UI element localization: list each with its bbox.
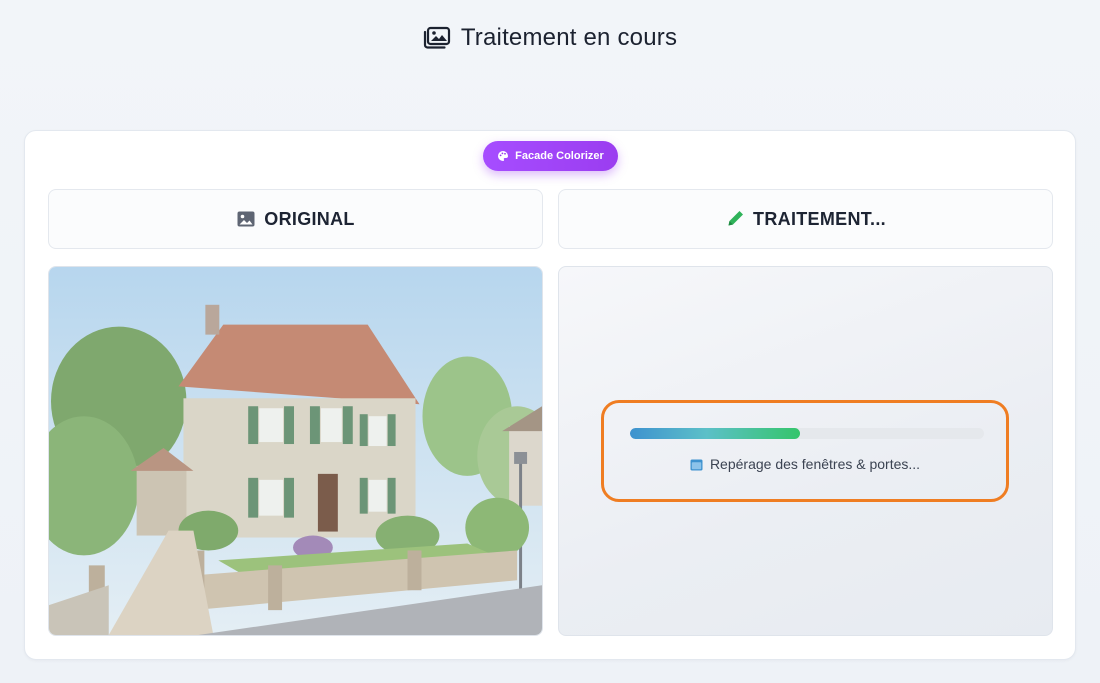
window-icon [690,458,703,471]
progress-status: Repérage des fenêtres & portes... [604,456,1006,472]
page-header: Traitement en cours [0,24,1100,52]
processing-card: Facade Colorizer ORIGINAL TRAITEMENT... [24,130,1076,660]
image-icon [236,209,256,229]
images-icon [423,26,451,50]
facade-colorizer-badge[interactable]: Facade Colorizer [483,141,618,171]
progress-bar [630,428,984,439]
original-header: ORIGINAL [48,189,543,249]
processing-header: TRAITEMENT... [558,189,1053,249]
processing-pane: Repérage des fenêtres & portes... [558,266,1053,636]
processing-label: TRAITEMENT... [753,208,886,229]
badge-label: Facade Colorizer [515,150,604,162]
progress-panel: Repérage des fenêtres & portes... [601,400,1009,502]
progress-status-text: Repérage des fenêtres & portes... [709,456,921,472]
original-image [48,266,543,636]
progress-fill [630,428,800,439]
palette-icon [497,150,509,162]
page-title: Traitement en cours [460,24,678,51]
pencil-icon [725,209,745,229]
original-label: ORIGINAL [264,208,355,229]
